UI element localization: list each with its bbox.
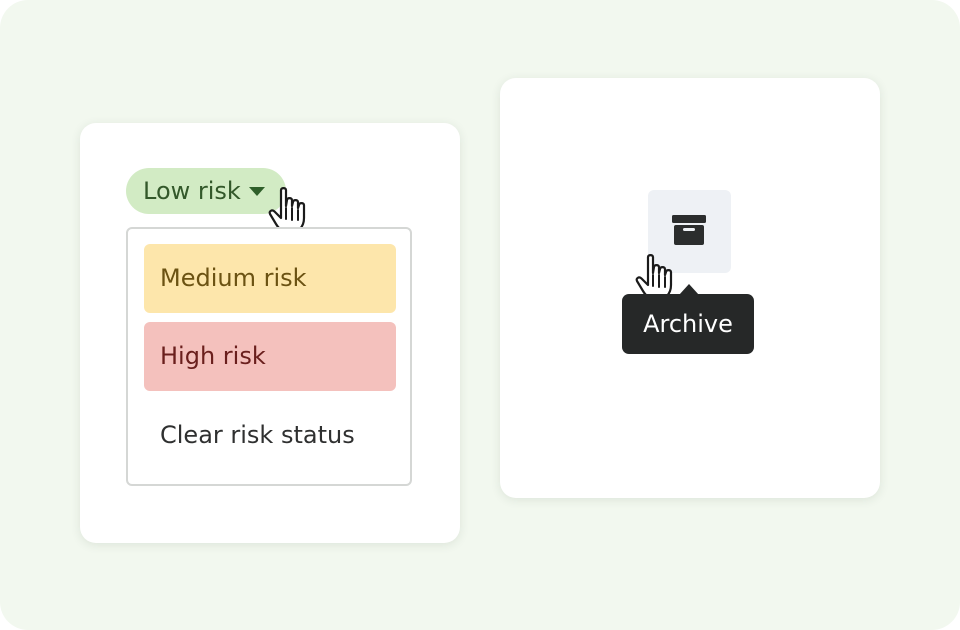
risk-status-label: Low risk bbox=[143, 177, 241, 205]
caret-down-icon bbox=[249, 187, 265, 196]
archive-card: Archive bbox=[500, 78, 880, 498]
risk-status-dropdown[interactable]: Low risk bbox=[126, 168, 286, 214]
risk-options-menu: Medium risk High risk Clear risk status bbox=[126, 227, 412, 486]
menu-item-clear-risk-status[interactable]: Clear risk status bbox=[144, 401, 396, 470]
risk-status-card: Low risk Medium risk High risk Clear ris… bbox=[80, 123, 460, 543]
archive-tooltip: Archive bbox=[622, 294, 754, 354]
archive-box-icon bbox=[672, 215, 706, 245]
menu-item-medium-risk[interactable]: Medium risk bbox=[144, 244, 396, 313]
illustration-background: Low risk Medium risk High risk Clear ris… bbox=[0, 0, 960, 630]
menu-item-high-risk[interactable]: High risk bbox=[144, 322, 396, 391]
archive-button[interactable] bbox=[648, 190, 731, 273]
